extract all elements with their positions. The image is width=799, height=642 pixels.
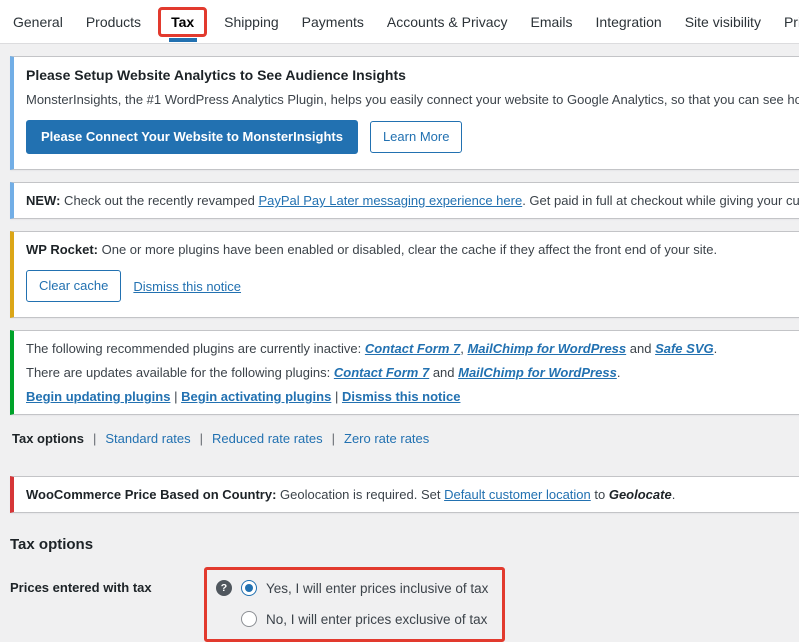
contact-form-7-link[interactable]: Contact Form 7 xyxy=(365,341,460,356)
safe-svg-link[interactable]: Safe SVG xyxy=(655,341,714,356)
help-icon[interactable]: ? xyxy=(216,580,232,596)
notice-paypal: NEW: Check out the recently revamped Pay… xyxy=(10,182,799,219)
mailchimp-update-link[interactable]: MailChimp for WordPress xyxy=(458,365,617,380)
settings-tab-bar: General Products Tax Shipping Payments A… xyxy=(0,0,799,44)
radio-option-inclusive: ? Yes, I will enter prices inclusive of … xyxy=(216,580,488,596)
radio-label-exclusive[interactable]: No, I will enter prices exclusive of tax xyxy=(266,612,487,627)
tab-site-visibility[interactable]: Site visibility xyxy=(685,14,761,30)
radio-prices-inclusive[interactable] xyxy=(241,580,257,596)
radio-group-annotation-box: ? Yes, I will enter prices inclusive of … xyxy=(204,567,505,642)
wp-rocket-message: WP Rocket: One or more plugins have been… xyxy=(26,242,799,257)
connect-monsterinsights-button[interactable]: Please Connect Your Website to MonsterIn… xyxy=(26,120,358,154)
begin-activating-plugins-link[interactable]: Begin activating plugins xyxy=(181,389,331,404)
notice-geolocation: WooCommerce Price Based on Country: Geol… xyxy=(10,476,799,513)
prices-entered-with-tax-label: Prices entered with tax xyxy=(10,567,204,595)
prices-entered-with-tax-row: Prices entered with tax ? Yes, I will en… xyxy=(10,567,799,642)
tab-general[interactable]: General xyxy=(13,14,63,30)
notice-recommended-plugins: The following recommended plugins are cu… xyxy=(10,330,799,415)
plugin-updates-line: There are updates available for the foll… xyxy=(26,365,799,380)
begin-updating-plugins-link[interactable]: Begin updating plugins xyxy=(26,389,170,404)
radio-option-exclusive: No, I will enter prices exclusive of tax xyxy=(216,611,488,627)
plugin-actions-line: Begin updating plugins | Begin activatin… xyxy=(26,389,799,404)
paypal-message: NEW: Check out the recently revamped Pay… xyxy=(26,193,799,208)
contact-form-7-update-link[interactable]: Contact Form 7 xyxy=(334,365,429,380)
subnav-standard-rates[interactable]: Standard rates xyxy=(105,431,190,446)
subnav-tax-options[interactable]: Tax options xyxy=(12,431,84,446)
wp-rocket-dismiss-link[interactable]: Dismiss this notice xyxy=(133,279,241,294)
tab-products[interactable]: Products xyxy=(86,14,141,30)
settings-content: Please Setup Website Analytics to See Au… xyxy=(0,56,799,642)
mailchimp-link[interactable]: MailChimp for WordPress xyxy=(467,341,626,356)
default-customer-location-link[interactable]: Default customer location xyxy=(444,487,591,502)
tab-accounts-privacy[interactable]: Accounts & Privacy xyxy=(387,14,508,30)
monsterinsights-body: MonsterInsights, the #1 WordPress Analyt… xyxy=(26,92,799,107)
radio-prices-exclusive[interactable] xyxy=(241,611,257,627)
tab-emails[interactable]: Emails xyxy=(531,14,573,30)
wp-rocket-label: WP Rocket: xyxy=(26,242,98,257)
geolocation-message: WooCommerce Price Based on Country: Geol… xyxy=(26,487,799,502)
notice-wp-rocket: WP Rocket: One or more plugins have been… xyxy=(10,231,799,318)
tab-shipping[interactable]: Shipping xyxy=(224,14,279,30)
subnav-reduced-rate-rates[interactable]: Reduced rate rates xyxy=(212,431,323,446)
inactive-plugins-line: The following recommended plugins are cu… xyxy=(26,341,799,356)
woocommerce-settings-page: General Products Tax Shipping Payments A… xyxy=(0,0,799,642)
tab-tax-annotation-box: Tax xyxy=(158,7,207,37)
tab-payments[interactable]: Payments xyxy=(302,14,364,30)
tab-tax[interactable]: Tax xyxy=(171,14,194,30)
notice-monsterinsights: Please Setup Website Analytics to See Au… xyxy=(10,56,799,170)
plugins-dismiss-link[interactable]: Dismiss this notice xyxy=(342,389,460,404)
radio-label-inclusive[interactable]: Yes, I will enter prices inclusive of ta… xyxy=(266,581,488,596)
tab-integration[interactable]: Integration xyxy=(596,14,662,30)
active-tab-indicator xyxy=(169,38,197,42)
tax-subnav: Tax options | Standard rates | Reduced r… xyxy=(10,431,799,446)
paypal-messaging-link[interactable]: PayPal Pay Later messaging experience he… xyxy=(258,193,522,208)
geolocate-emphasis: Geolocate xyxy=(609,487,672,502)
paypal-new-label: NEW: xyxy=(26,193,60,208)
subnav-zero-rate-rates[interactable]: Zero rate rates xyxy=(344,431,429,446)
clear-cache-button[interactable]: Clear cache xyxy=(26,270,121,302)
tax-options-heading: Tax options xyxy=(10,536,799,553)
tab-pricing-zones[interactable]: Pricing zones xyxy=(784,14,799,30)
monsterinsights-title: Please Setup Website Analytics to See Au… xyxy=(26,67,799,83)
learn-more-button[interactable]: Learn More xyxy=(370,121,462,153)
price-based-country-label: WooCommerce Price Based on Country: xyxy=(26,487,276,502)
